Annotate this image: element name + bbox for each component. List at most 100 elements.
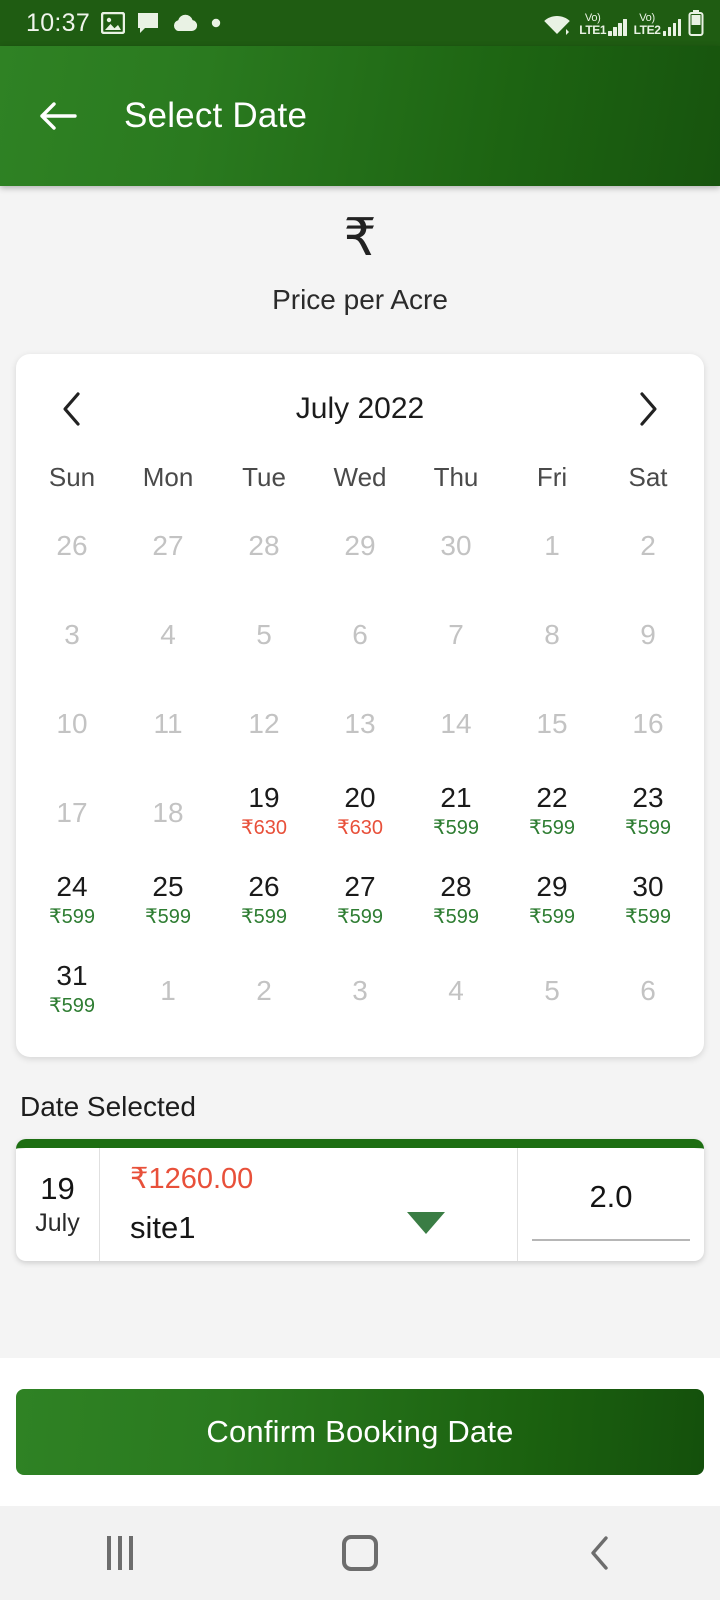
calendar-day-number: 6 [352,618,368,650]
calendar-day-number: 6 [640,974,656,1006]
calendar-day[interactable]: 21 ₹599 [408,768,504,857]
calendar-day-number: 27 [344,870,376,902]
calendar-day-disabled: 3 [312,946,408,1035]
calendar-day-disabled: 16 [600,679,696,768]
calendar-day-number: 8 [544,618,560,650]
quantity-underline [532,1238,690,1241]
calendar-day-number: 1 [160,974,176,1006]
calendar-day-price: ₹599 [528,906,576,929]
calendar-day-disabled: 17 [24,768,120,857]
calendar-day-disabled: 4 [408,946,504,1035]
quantity-field[interactable]: 2.0 [518,1148,704,1261]
calendar-day-number: 9 [640,618,656,650]
calendar-day-disabled: 5 [216,590,312,679]
calendar-day-price: ₹599 [528,817,576,840]
back-arrow-icon[interactable] [34,92,82,140]
selected-day: 19 [40,1170,75,1206]
calendar-day[interactable]: 29 ₹599 [504,857,600,946]
android-nav-bar [0,1506,720,1600]
calendar-day-number: 26 [56,529,88,561]
calendar-weekday: Sat [628,462,668,492]
sim2-indicator: Vo) LTE2 [634,13,681,36]
calendar-day-number: 15 [536,707,568,739]
calendar-day-number: 5 [544,974,560,1006]
calendar-day-disabled: 14 [408,679,504,768]
calendar-day-price: ₹630 [240,817,288,840]
calendar-day-number: 26 [248,870,280,902]
calendar-day-number: 31 [56,959,88,991]
home-icon[interactable] [300,1506,420,1600]
calendar-day-disabled: 28 [216,501,312,590]
calendar-day-number: 13 [344,707,376,739]
selected-date-block: 19 July [16,1148,100,1261]
calendar-day-number: 11 [153,707,183,739]
calendar-day[interactable]: 24 ₹599 [24,857,120,946]
calendar-day-disabled: 5 [504,946,600,1035]
calendar-day-price: ₹599 [432,817,480,840]
calendar-day-number: 25 [152,870,184,902]
calendar-day-disabled: 1 [120,946,216,1035]
calendar-day-number: 1 [544,529,560,561]
calendar-day[interactable]: 31 ₹599 [24,946,120,1035]
calendar-day-disabled: 12 [216,679,312,768]
calendar-day-disabled: 27 [120,501,216,590]
calendar-weekday: Thu [433,462,479,492]
selected-month: July [35,1209,80,1238]
calendar-day-number: 10 [56,707,88,739]
calendar-day[interactable]: 27 ₹599 [312,857,408,946]
calendar-day-disabled: 29 [312,501,408,590]
page-title: Select Date [124,96,308,135]
calendar-day-disabled: 9 [600,590,696,679]
calendar-day[interactable]: 20 ₹630 [312,768,408,857]
sim2-signal-icon [662,18,681,36]
wifi-icon [542,12,572,36]
calendar-day-number: 24 [56,870,88,902]
site-selector[interactable]: ₹1260.00 site1 [100,1148,518,1261]
calendar-day[interactable]: 30 ₹599 [600,857,696,946]
calendar-day[interactable]: 25 ₹599 [120,857,216,946]
footer-bar: Confirm Booking Date [0,1358,720,1506]
calendar-weekday: Fri [536,462,568,492]
calendar-day-disabled: 18 [120,768,216,857]
content-area: ₹ Price per Acre July 2022 Sun Mon Tue Wed T… [0,186,720,1358]
calendar-day-number: 29 [344,529,376,561]
dot-icon [210,17,222,29]
calendar-day-disabled: 6 [312,590,408,679]
calendar-day-price: ₹599 [432,906,480,929]
app-bar: Select Date [0,46,720,186]
prev-month-button[interactable] [46,383,98,435]
calendar-weekday: Wed [333,462,387,492]
date-selected-label: Date Selected [20,1091,196,1122]
calendar-day-number: 19 [248,781,280,813]
status-bar: 10:37 Vo) LTE1 Vo) LTE2 [0,0,720,46]
recents-icon[interactable] [60,1506,180,1600]
calendar-month-title: July 2022 [295,392,425,425]
calendar-day[interactable]: 23 ₹599 [600,768,696,857]
calendar-day-number: 28 [248,529,280,561]
selected-site-value: site1 [130,1210,196,1246]
calendar-day[interactable]: 22 ₹599 [504,768,600,857]
back-icon[interactable] [540,1506,660,1600]
calendar-day-disabled: 2 [600,501,696,590]
calendar-day-number: 21 [440,781,472,813]
calendar-weekday: Sun [48,462,96,492]
confirm-booking-date-button[interactable]: Confirm Booking Date [16,1389,704,1475]
calendar-day-price: ₹599 [240,906,288,929]
calendar-day[interactable]: 26 ₹599 [216,857,312,946]
chevron-down-icon[interactable] [407,1212,445,1234]
calendar-day-disabled: 13 [312,679,408,768]
next-month-button[interactable] [622,383,674,435]
calendar-day-price: ₹599 [48,906,96,929]
calendar-day[interactable]: 28 ₹599 [408,857,504,946]
price-header: ₹ Price per Acre [0,186,720,316]
calendar-day-number: 2 [256,974,272,1006]
calendar-day-number: 17 [56,796,88,828]
battery-icon [688,10,704,36]
selected-date-card: 19 July ₹1260.00 site1 2.0 [16,1139,704,1261]
calendar-day-number: 22 [536,781,568,813]
calendar-day-disabled: 30 [408,501,504,590]
rupee-icon: ₹ [343,209,377,267]
calendar-day-number: 29 [536,870,568,902]
calendar-day[interactable]: 19 ₹630 [216,768,312,857]
calendar-day-disabled: 3 [24,590,120,679]
